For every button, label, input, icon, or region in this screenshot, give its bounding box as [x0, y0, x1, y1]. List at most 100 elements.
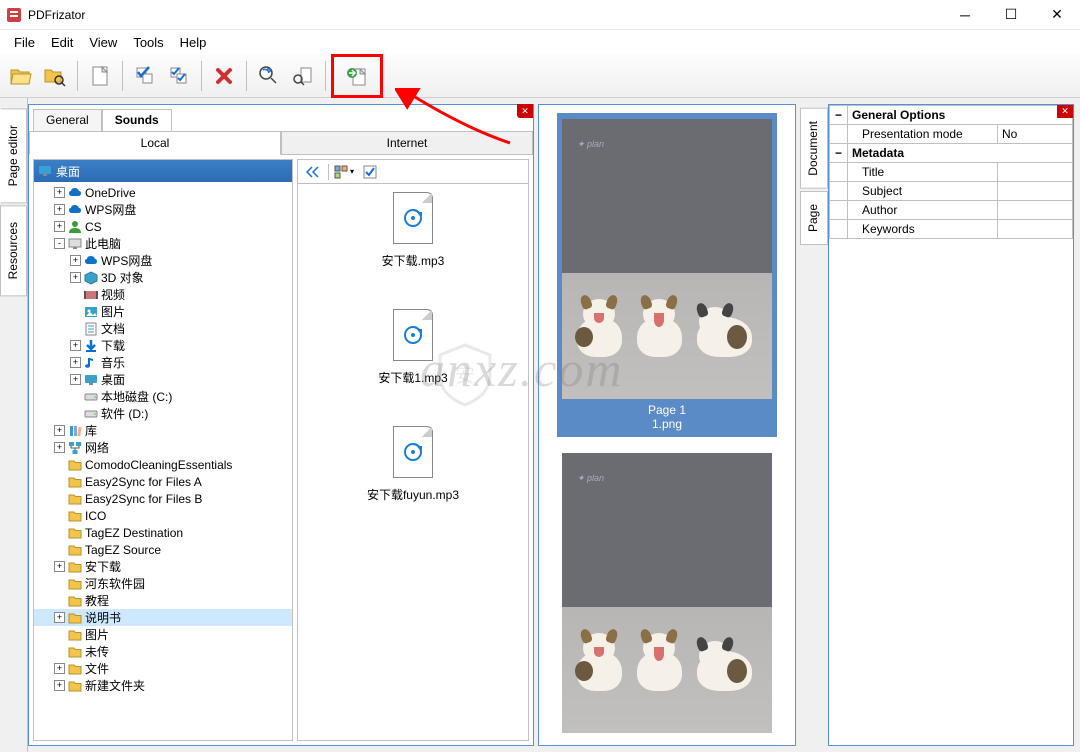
tree-expand-toggle[interactable]: +: [54, 187, 65, 198]
menu-help[interactable]: Help: [172, 33, 215, 52]
page-thumbnail[interactable]: ✦ plan: [557, 453, 777, 733]
menu-edit[interactable]: Edit: [43, 33, 81, 52]
file-item[interactable]: 安下载1.mp3: [378, 309, 447, 386]
prop-value[interactable]: [998, 182, 1073, 201]
tree-item[interactable]: +说明书: [34, 609, 292, 626]
tree-item[interactable]: 教程: [34, 592, 292, 609]
tree-item[interactable]: +新建文件夹: [34, 677, 292, 694]
tree-item[interactable]: ComodoCleaningEssentials: [34, 456, 292, 473]
tree-expand-toggle[interactable]: +: [54, 612, 65, 623]
tree-item[interactable]: 文档: [34, 320, 292, 337]
tree-item[interactable]: +文件: [34, 660, 292, 677]
doc-icon: [83, 321, 99, 337]
folder-tree-panel: 桌面 +OneDrive+WPS网盘+CS-此电脑+WPS网盘+3D 对象视频图…: [33, 159, 293, 741]
prop-value[interactable]: No: [998, 125, 1073, 144]
check-button[interactable]: [128, 58, 162, 94]
section-toggle[interactable]: −: [830, 144, 848, 163]
tree-expand-toggle[interactable]: +: [54, 221, 65, 232]
zoom-page-button[interactable]: [286, 58, 320, 94]
close-button[interactable]: ✕: [1034, 0, 1080, 30]
tree-item[interactable]: +下载: [34, 337, 292, 354]
tree-expand-toggle[interactable]: +: [70, 340, 81, 351]
export-button[interactable]: [340, 58, 374, 94]
tree-item[interactable]: +音乐: [34, 354, 292, 371]
tree-item[interactable]: +安下载: [34, 558, 292, 575]
tree-item[interactable]: 未传: [34, 643, 292, 660]
audio-file-icon: [393, 309, 433, 361]
check-all-button[interactable]: [162, 58, 196, 94]
tab-sounds[interactable]: Sounds: [102, 109, 172, 131]
collapse-button[interactable]: [302, 162, 324, 182]
tree-expand-toggle[interactable]: -: [54, 238, 65, 249]
tree-item[interactable]: +网络: [34, 439, 292, 456]
tree-item[interactable]: +WPS网盘: [34, 252, 292, 269]
view-mode-button[interactable]: ▾: [333, 162, 355, 182]
subtab-local[interactable]: Local: [29, 131, 281, 155]
tree-expand-toggle[interactable]: +: [54, 442, 65, 453]
tree-item[interactable]: 软件 (D:): [34, 405, 292, 422]
page-thumbnail[interactable]: ✦ plan Page 1 1.png: [557, 113, 777, 437]
prop-value[interactable]: [998, 201, 1073, 220]
section-toggle[interactable]: −: [830, 106, 848, 125]
tree-expand-toggle: [54, 493, 65, 504]
tree-item[interactable]: TagEZ Source: [34, 541, 292, 558]
tree-expand-toggle[interactable]: +: [54, 561, 65, 572]
search-folder-button[interactable]: [38, 58, 72, 94]
minimize-button[interactable]: ─: [942, 0, 988, 30]
tree-item[interactable]: 本地磁盘 (C:): [34, 388, 292, 405]
tree-item[interactable]: ICO: [34, 507, 292, 524]
tab-general[interactable]: General: [33, 109, 102, 131]
tree-item[interactable]: Easy2Sync for Files A: [34, 473, 292, 490]
tree-item[interactable]: +WPS网盘: [34, 201, 292, 218]
tree-item[interactable]: 图片: [34, 303, 292, 320]
thumbnail-image: ✦ plan: [562, 119, 772, 399]
view-check-button[interactable]: [359, 162, 381, 182]
tab-page[interactable]: Page: [800, 191, 828, 245]
tree-item[interactable]: +3D 对象: [34, 269, 292, 286]
tree-expand-toggle: [54, 476, 65, 487]
zoom-reset-button[interactable]: [252, 58, 286, 94]
page-thumbnails-panel[interactable]: ✦ plan Page 1 1.png✦ plan: [538, 104, 796, 746]
prop-value[interactable]: [998, 220, 1073, 239]
tree-expand-toggle[interactable]: +: [70, 357, 81, 368]
tree-item-label: CS: [85, 220, 102, 234]
thumb-caption-page: Page 1: [648, 403, 686, 417]
tree-item[interactable]: 图片: [34, 626, 292, 643]
panel-close-button[interactable]: ✕: [1057, 104, 1073, 118]
tree-item[interactable]: +桌面: [34, 371, 292, 388]
new-page-button[interactable]: [83, 58, 117, 94]
file-item[interactable]: 安下载fuyun.mp3: [367, 426, 459, 503]
tree-item[interactable]: +库: [34, 422, 292, 439]
tree-item[interactable]: -此电脑: [34, 235, 292, 252]
menu-tools[interactable]: Tools: [125, 33, 171, 52]
tab-page-editor[interactable]: Page editor: [0, 108, 27, 203]
maximize-button[interactable]: ☐: [988, 0, 1034, 30]
tree-expand-toggle[interactable]: +: [70, 255, 81, 266]
folder-tree[interactable]: +OneDrive+WPS网盘+CS-此电脑+WPS网盘+3D 对象视频图片文档…: [34, 182, 292, 740]
open-folder-button[interactable]: [4, 58, 38, 94]
cloud-icon: [67, 202, 83, 218]
delete-button[interactable]: [207, 58, 241, 94]
tree-expand-toggle[interactable]: +: [70, 374, 81, 385]
menu-view[interactable]: View: [81, 33, 125, 52]
prop-value[interactable]: [998, 163, 1073, 182]
file-item[interactable]: 安下载.mp3: [382, 192, 445, 269]
menu-file[interactable]: File: [6, 33, 43, 52]
tree-item[interactable]: +OneDrive: [34, 184, 292, 201]
tree-expand-toggle[interactable]: +: [54, 425, 65, 436]
tree-item[interactable]: 视频: [34, 286, 292, 303]
tree-expand-toggle[interactable]: +: [54, 663, 65, 674]
toolbar: [0, 54, 1080, 98]
tab-resources[interactable]: Resources: [0, 205, 27, 296]
tree-item[interactable]: + CS: [34, 218, 292, 235]
tab-document[interactable]: Document: [800, 108, 828, 189]
tree-expand-toggle[interactable]: +: [54, 204, 65, 215]
tree-item-label: 视频: [101, 286, 125, 303]
tree-expand-toggle[interactable]: +: [54, 680, 65, 691]
tree-expand-toggle[interactable]: +: [70, 272, 81, 283]
tree-item[interactable]: 河东软件园: [34, 575, 292, 592]
panel-close-button[interactable]: ✕: [517, 104, 533, 118]
tree-item[interactable]: Easy2Sync for Files B: [34, 490, 292, 507]
tree-item[interactable]: TagEZ Destination: [34, 524, 292, 541]
file-list[interactable]: 安下载.mp3 安下载1.mp3 安下载fuyun.mp3: [298, 184, 528, 740]
